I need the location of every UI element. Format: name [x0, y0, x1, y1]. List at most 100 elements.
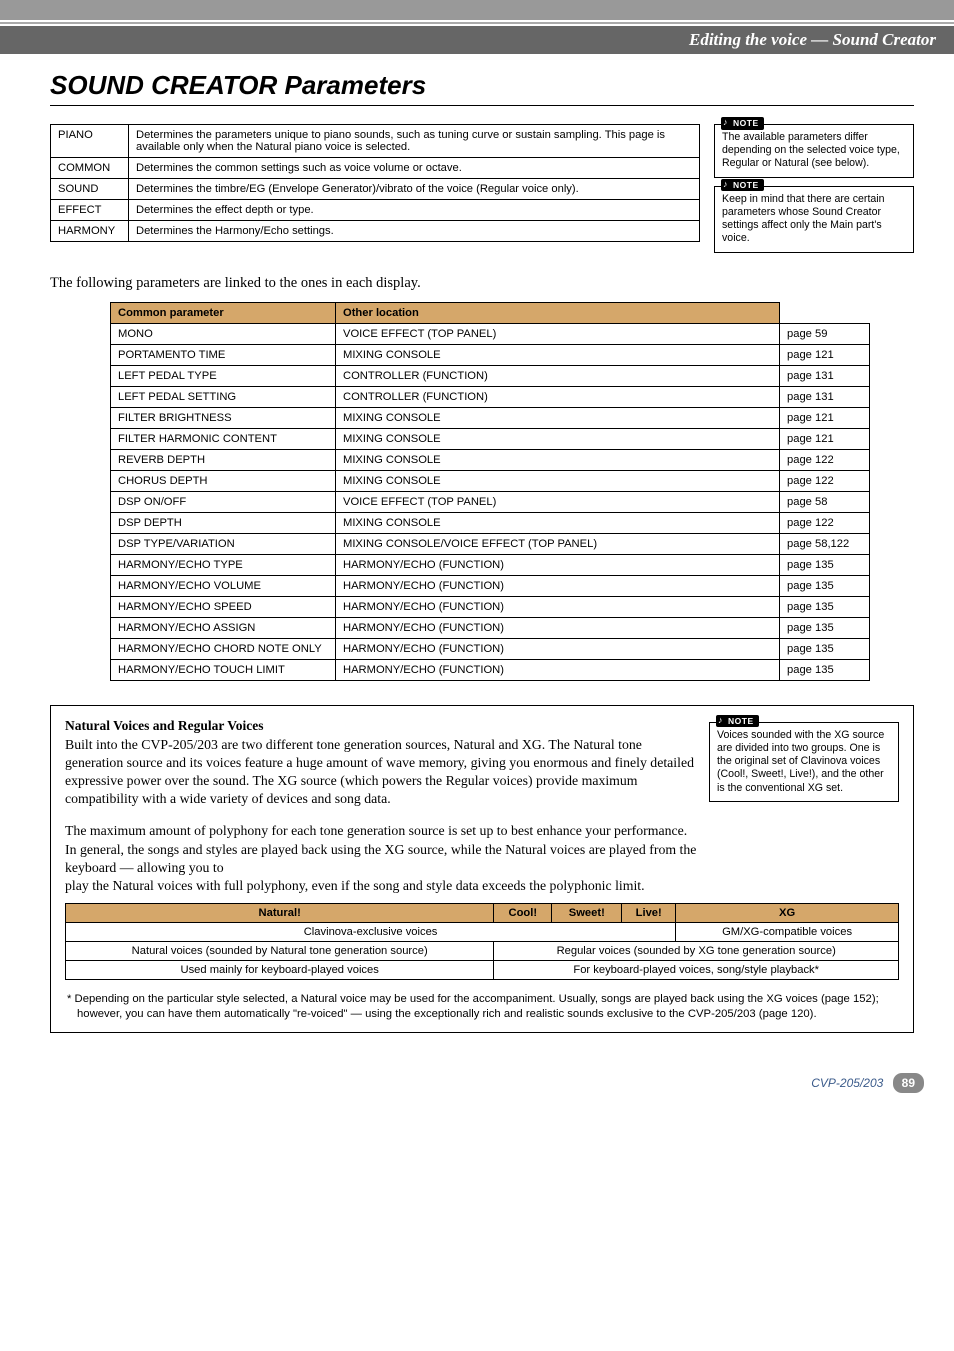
- table-cell: Used mainly for keyboard-played voices: [66, 961, 494, 980]
- page-title: SOUND CREATOR Parameters: [50, 70, 914, 106]
- table-cell: GM/XG-compatible voices: [676, 923, 899, 942]
- note-icon: NOTE: [716, 715, 759, 728]
- param-name: SOUND: [51, 179, 129, 200]
- page-ref: page 58,122: [780, 533, 870, 554]
- note-box-2: NOTE Keep in mind that there are certain…: [714, 186, 914, 253]
- other-location: CONTROLLER (FUNCTION): [336, 365, 780, 386]
- table-row: PIANODetermines the parameters unique to…: [51, 125, 700, 158]
- table-cell: Regular voices (sounded by XG tone gener…: [494, 942, 899, 961]
- common-param: DSP DEPTH: [111, 512, 336, 533]
- natural-regular-voices-box: Natural Voices and Regular Voices Built …: [50, 705, 914, 1033]
- page-ref: page 135: [780, 659, 870, 680]
- page-ref: page 122: [780, 512, 870, 533]
- page-ref: page 59: [780, 323, 870, 344]
- common-param: LEFT PEDAL SETTING: [111, 386, 336, 407]
- footer-model: CVP-205/203: [811, 1076, 883, 1090]
- column-header: Natural!: [66, 904, 494, 923]
- info-paragraph-2-a: The maximum amount of polyphony for each…: [65, 822, 697, 877]
- common-param: DSP ON/OFF: [111, 491, 336, 512]
- common-param: HARMONY/ECHO ASSIGN: [111, 617, 336, 638]
- parameter-category-table: PIANODetermines the parameters unique to…: [50, 124, 700, 242]
- other-location: VOICE EFFECT (TOP PANEL): [336, 491, 780, 512]
- note-icon: NOTE: [721, 179, 764, 192]
- column-header: Common parameter: [111, 302, 336, 323]
- page-ref: page 121: [780, 407, 870, 428]
- common-param: LEFT PEDAL TYPE: [111, 365, 336, 386]
- common-param: FILTER HARMONIC CONTENT: [111, 428, 336, 449]
- other-location: MIXING CONSOLE: [336, 344, 780, 365]
- page-ref: page 135: [780, 575, 870, 596]
- page-ref: page 135: [780, 554, 870, 575]
- table-row: LEFT PEDAL TYPECONTROLLER (FUNCTION)page…: [111, 365, 870, 386]
- table-cell: For keyboard-played voices, song/style p…: [494, 961, 899, 980]
- table-row: FILTER HARMONIC CONTENTMIXING CONSOLEpag…: [111, 428, 870, 449]
- info-paragraph-1: Built into the CVP-205/203 are two diffe…: [65, 736, 697, 809]
- page-ref: page 58: [780, 491, 870, 512]
- other-location: HARMONY/ECHO (FUNCTION): [336, 554, 780, 575]
- header-divider: [0, 22, 954, 24]
- table-row: CHORUS DEPTHMIXING CONSOLEpage 122: [111, 470, 870, 491]
- note-icon: NOTE: [721, 117, 764, 130]
- linked-parameters-table: Common parameter Other location MONOVOIC…: [110, 302, 870, 681]
- table-row: DSP DEPTHMIXING CONSOLEpage 122: [111, 512, 870, 533]
- other-location: MIXING CONSOLE: [336, 470, 780, 491]
- column-header: Cool!: [494, 904, 552, 923]
- note-text: Voices sounded with the XG source are di…: [717, 729, 884, 794]
- param-desc: Determines the Harmony/Echo settings.: [129, 221, 700, 242]
- info-paragraph-2-b: play the Natural voices with full polyph…: [65, 877, 899, 895]
- other-location: HARMONY/ECHO (FUNCTION): [336, 596, 780, 617]
- page-ref: page 122: [780, 470, 870, 491]
- common-param: DSP TYPE/VARIATION: [111, 533, 336, 554]
- table-cell: Clavinova-exclusive voices: [66, 923, 676, 942]
- page-ref: page 122: [780, 449, 870, 470]
- note-text: Keep in mind that there are certain para…: [722, 193, 885, 245]
- breadcrumb: Editing the voice — Sound Creator: [0, 26, 954, 54]
- other-location: MIXING CONSOLE: [336, 428, 780, 449]
- table-row: SOUNDDetermines the timbre/EG (Envelope …: [51, 179, 700, 200]
- param-name: EFFECT: [51, 200, 129, 221]
- common-param: HARMONY/ECHO TYPE: [111, 554, 336, 575]
- common-param: HARMONY/ECHO CHORD NOTE ONLY: [111, 638, 336, 659]
- param-name: COMMON: [51, 158, 129, 179]
- other-location: VOICE EFFECT (TOP PANEL): [336, 323, 780, 344]
- common-param: FILTER BRIGHTNESS: [111, 407, 336, 428]
- table-row: HARMONY/ECHO VOLUMEHARMONY/ECHO (FUNCTIO…: [111, 575, 870, 596]
- other-location: HARMONY/ECHO (FUNCTION): [336, 659, 780, 680]
- note-box-1: NOTE The available parameters differ dep…: [714, 124, 914, 178]
- page-ref: page 121: [780, 428, 870, 449]
- param-desc: Determines the common settings such as v…: [129, 158, 700, 179]
- other-location: CONTROLLER (FUNCTION): [336, 386, 780, 407]
- table-row: HARMONYDetermines the Harmony/Echo setti…: [51, 221, 700, 242]
- common-param: PORTAMENTO TIME: [111, 344, 336, 365]
- table-row: FILTER BRIGHTNESSMIXING CONSOLEpage 121: [111, 407, 870, 428]
- info-title: Natural Voices and Regular Voices: [65, 718, 697, 734]
- table-row: REVERB DEPTHMIXING CONSOLEpage 122: [111, 449, 870, 470]
- param-name: PIANO: [51, 125, 129, 158]
- page-ref: page 121: [780, 344, 870, 365]
- table-row: COMMONDetermines the common settings suc…: [51, 158, 700, 179]
- param-name: HARMONY: [51, 221, 129, 242]
- page-ref: page 135: [780, 617, 870, 638]
- other-location: HARMONY/ECHO (FUNCTION): [336, 575, 780, 596]
- param-desc: Determines the effect depth or type.: [129, 200, 700, 221]
- common-param: HARMONY/ECHO TOUCH LIMIT: [111, 659, 336, 680]
- table-row: EFFECTDetermines the effect depth or typ…: [51, 200, 700, 221]
- common-param: HARMONY/ECHO SPEED: [111, 596, 336, 617]
- table-row: HARMONY/ECHO TYPEHARMONY/ECHO (FUNCTION)…: [111, 554, 870, 575]
- other-location: HARMONY/ECHO (FUNCTION): [336, 617, 780, 638]
- other-location: HARMONY/ECHO (FUNCTION): [336, 638, 780, 659]
- header-bar: [0, 0, 954, 20]
- page-footer: CVP-205/203 89: [0, 1043, 954, 1109]
- column-header: XG: [676, 904, 899, 923]
- table-row: HARMONY/ECHO TOUCH LIMITHARMONY/ECHO (FU…: [111, 659, 870, 680]
- param-desc: Determines the timbre/EG (Envelope Gener…: [129, 179, 700, 200]
- other-location: MIXING CONSOLE: [336, 449, 780, 470]
- page-ref: page 135: [780, 596, 870, 617]
- common-param: CHORUS DEPTH: [111, 470, 336, 491]
- note-box-3: NOTE Voices sounded with the XG source a…: [709, 722, 899, 802]
- column-header: Sweet!: [552, 904, 622, 923]
- param-desc: Determines the parameters unique to pian…: [129, 125, 700, 158]
- voice-type-table: Natural!Cool!Sweet!Live!XG Clavinova-exc…: [65, 903, 899, 980]
- column-header: Live!: [622, 904, 676, 923]
- table-row: MONOVOICE EFFECT (TOP PANEL)page 59: [111, 323, 870, 344]
